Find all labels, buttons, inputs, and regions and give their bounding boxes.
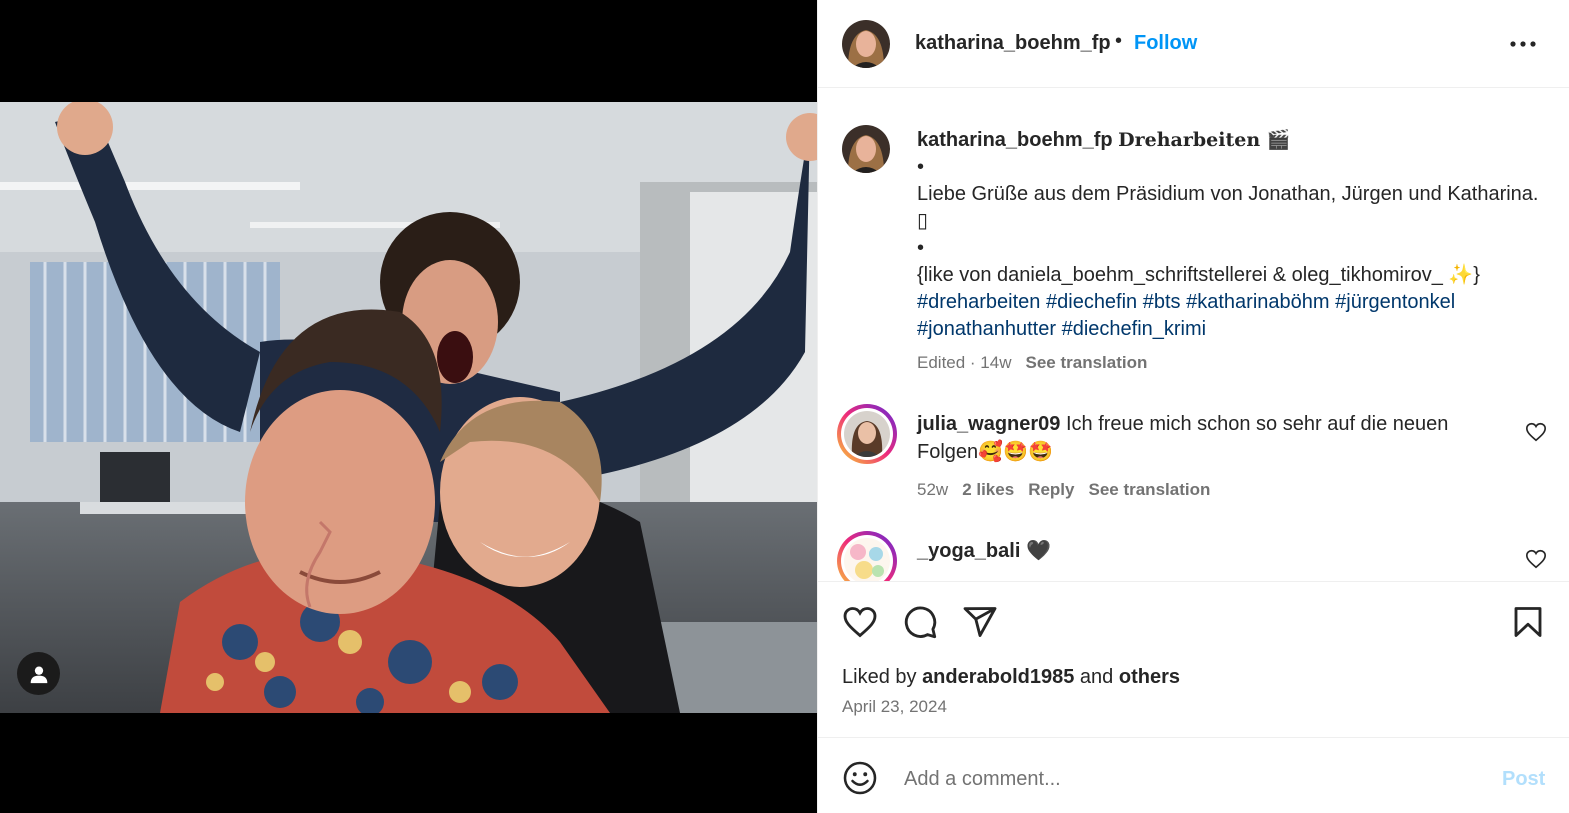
liked-by-and: and: [1079, 666, 1114, 688]
comment-meta: 52w 2 likes Reply See translation: [917, 480, 1224, 500]
heart-icon: [843, 607, 877, 638]
liked-by-others[interactable]: others: [1119, 666, 1180, 688]
hashtag-link[interactable]: #dreharbeiten: [917, 291, 1040, 313]
caption-bullet: •: [917, 237, 925, 259]
like-comment-button[interactable]: [1525, 548, 1547, 570]
like-button[interactable]: [842, 604, 878, 640]
caption-username[interactable]: katharina_boehm_fp: [917, 129, 1113, 151]
caption-meta: Edited · 14w See translation: [917, 353, 1147, 373]
caption-title: Dreharbeiten 🎬: [1118, 129, 1291, 151]
see-translation-button[interactable]: See translation: [1088, 480, 1210, 499]
liked-by-prefix: Liked by: [842, 666, 917, 688]
comment-username[interactable]: julia_wagner09: [917, 413, 1060, 435]
comment-button[interactable]: [902, 604, 938, 640]
share-button[interactable]: [962, 604, 998, 640]
comment-age: 52w: [917, 480, 949, 499]
hashtag-link[interactable]: #jonathanhutter: [917, 318, 1056, 340]
follow-button[interactable]: Follow: [1134, 32, 1197, 55]
header-separator: •: [1115, 30, 1123, 52]
comments-section[interactable]: katharina_boehm_fp Dreharbeiten 🎬 • Lieb…: [818, 89, 1569, 581]
post-date[interactable]: April 23, 2024: [842, 697, 947, 717]
post-actions: Liked by anderabold1985 and others April…: [818, 581, 1569, 737]
caption-author-avatar[interactable]: [842, 125, 890, 173]
comment-text: 🖤: [1025, 540, 1051, 562]
hashtag-link[interactable]: #bts: [1143, 291, 1181, 313]
post-sidebar: katharina_boehm_fp • Follow katharina_bo…: [817, 0, 1569, 813]
post-photo[interactable]: [0, 102, 817, 713]
heart-icon: [1526, 549, 1546, 569]
heart-icon: [1526, 422, 1546, 442]
hashtag-link[interactable]: #diechefin: [1046, 291, 1137, 313]
comment-body: _yoga_bali 🖤: [917, 537, 1497, 565]
hashtag-link[interactable]: #katharinaböhm: [1186, 291, 1329, 313]
emoji-button[interactable]: [842, 760, 878, 796]
comment-body: julia_wagner09 Ich freue mich schon so s…: [917, 410, 1497, 466]
author-username[interactable]: katharina_boehm_fp: [915, 32, 1111, 55]
comment-input[interactable]: [902, 760, 1476, 798]
emoji-icon: [843, 761, 877, 795]
comment-username[interactable]: _yoga_bali: [917, 540, 1020, 562]
caption-text: Liebe Grüße aus dem Präsidium von Jonath…: [917, 183, 1539, 232]
comment-likes[interactable]: 2 likes: [962, 480, 1014, 499]
user-tag-button[interactable]: [17, 652, 60, 695]
bookmark-icon: [1514, 607, 1542, 637]
caption: katharina_boehm_fp Dreharbeiten 🎬 • Lieb…: [917, 127, 1547, 343]
user-tag-icon: [30, 666, 47, 683]
post-media: [0, 0, 817, 813]
hashtag-link[interactable]: #jürgentonkel: [1335, 291, 1455, 313]
commenter-avatar[interactable]: [837, 531, 897, 581]
post-header: katharina_boehm_fp • Follow: [818, 0, 1569, 88]
post-comment-button[interactable]: Post: [1502, 768, 1545, 791]
hashtag-link[interactable]: #diechefin_krimi: [1062, 318, 1207, 340]
commenter-avatar[interactable]: [837, 404, 897, 464]
caption-edited-time: Edited · 14w: [917, 353, 1012, 372]
liked-by-user[interactable]: anderabold1985: [922, 666, 1074, 688]
caption-bullet: •: [917, 156, 925, 178]
see-translation-button[interactable]: See translation: [1026, 353, 1148, 372]
add-comment-bar: Post: [818, 737, 1569, 813]
author-avatar[interactable]: [842, 20, 890, 68]
liked-by: Liked by anderabold1985 and others: [842, 666, 1180, 689]
more-options-button[interactable]: [1508, 30, 1538, 58]
save-button[interactable]: [1510, 604, 1546, 640]
caption-likes-note: {like von daniela_boehm_schriftstellerei…: [917, 264, 1480, 286]
comment-icon: [904, 606, 937, 639]
send-icon: [963, 607, 997, 637]
more-horizontal-icon: [1510, 41, 1536, 47]
like-comment-button[interactable]: [1525, 421, 1547, 443]
reply-button[interactable]: Reply: [1028, 480, 1074, 499]
